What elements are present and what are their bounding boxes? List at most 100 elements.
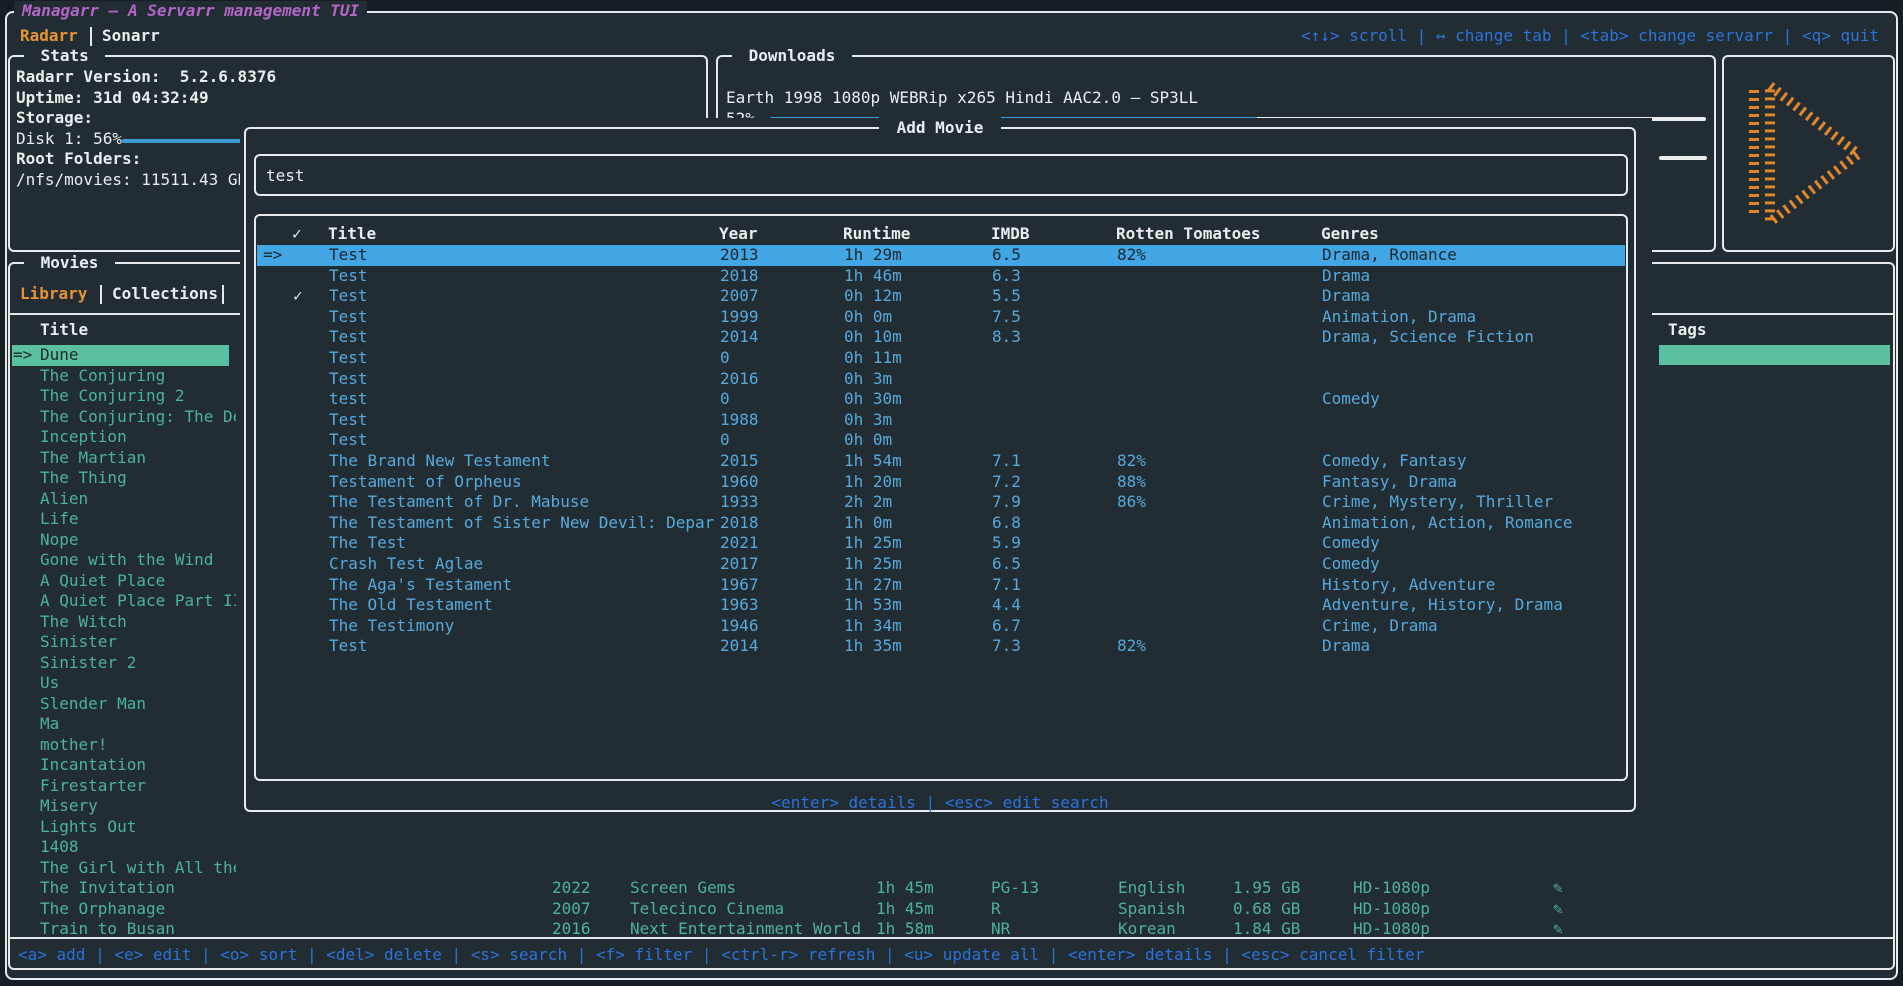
add-movie-result-row[interactable]: The Aga's Testament19671h 27m7.1History,… xyxy=(257,575,1625,596)
library-movie-row[interactable]: Gone with the Wind xyxy=(12,550,236,571)
movie-title-cell: Nope xyxy=(40,530,79,551)
add-movie-result-row[interactable]: Crash Test Aglae20171h 25m6.5Comedy xyxy=(257,554,1625,575)
library-movie-row[interactable]: The Conjuring xyxy=(12,366,236,387)
add-movie-result-row[interactable]: Testament of Orpheus19601h 20m7.288%Fant… xyxy=(257,472,1625,493)
movie-quality-cell: HD-1080p xyxy=(1353,899,1430,920)
movie-title-cell: A Quiet Place xyxy=(40,571,165,592)
library-movie-row[interactable]: Inception xyxy=(12,427,236,448)
add-movie-result-row[interactable]: Test00h 0m xyxy=(257,430,1625,451)
result-title-cell: Test xyxy=(329,410,368,431)
result-year-cell: 1999 xyxy=(720,307,759,328)
add-movie-result-row[interactable]: The Testimony19461h 34m6.7Crime, Drama xyxy=(257,616,1625,637)
add-movie-result-row[interactable]: Test20181h 46m6.3Drama xyxy=(257,266,1625,287)
movie-title-cell: The Girl with All the xyxy=(40,858,236,879)
tab-radarr[interactable]: Radarr xyxy=(20,26,78,45)
movie-certification-cell: PG-13 xyxy=(991,878,1039,899)
results-column-header: Title xyxy=(328,224,376,243)
selected-row-tags-highlight xyxy=(1659,345,1890,365)
result-runtime-cell: 0h 12m xyxy=(844,286,902,307)
result-runtime-cell: 0h 0m xyxy=(844,307,892,328)
add-movie-result-row[interactable]: Test19880h 3m xyxy=(257,410,1625,431)
movie-title-cell: Incantation xyxy=(40,755,146,776)
movie-title-cell: Lights Out xyxy=(40,817,136,838)
tags-column-header: Tags xyxy=(1668,320,1707,339)
library-movie-row[interactable]: Sinister 2 xyxy=(12,653,236,674)
result-imdb-cell: 6.8 xyxy=(992,513,1021,534)
add-movie-result-row[interactable]: Test19990h 0m7.5Animation, Drama xyxy=(257,307,1625,328)
add-movie-result-row[interactable]: test00h 30mComedy xyxy=(257,389,1625,410)
library-movie-row[interactable]: Life xyxy=(12,509,236,530)
result-imdb-cell: 4.4 xyxy=(992,595,1021,616)
movie-title-cell: Us xyxy=(40,673,59,694)
library-table-row[interactable]: 2007Telecinco Cinema1h 45mRSpanish0.68 G… xyxy=(10,899,1893,920)
library-movie-row[interactable]: Lights Out xyxy=(12,817,236,838)
result-year-cell: 2013 xyxy=(720,245,759,266)
movie-title-cell: A Quiet Place Part II xyxy=(40,591,236,612)
add-movie-result-row[interactable]: Test00h 11m xyxy=(257,348,1625,369)
result-imdb-cell: 5.5 xyxy=(992,286,1021,307)
library-movie-row[interactable]: Misery xyxy=(12,796,236,817)
library-movie-row[interactable]: A Quiet Place Part II xyxy=(12,591,236,612)
result-title-cell: Testament of Orpheus xyxy=(329,472,522,493)
library-movie-row[interactable]: The Conjuring 2 xyxy=(12,386,236,407)
result-runtime-cell: 2h 2m xyxy=(844,492,892,513)
add-movie-result-row[interactable]: Test20160h 3m xyxy=(257,369,1625,390)
library-movie-row[interactable]: Nope xyxy=(12,530,236,551)
library-movie-row[interactable]: The Witch xyxy=(12,612,236,633)
managarr-app-window: Managarr – A Servarr management TUI Rada… xyxy=(0,0,1903,986)
library-movie-row[interactable]: Alien xyxy=(12,489,236,510)
result-genres-cell: Comedy xyxy=(1322,533,1380,554)
result-title-cell: The Testament of Dr. Mabuse xyxy=(329,492,589,513)
result-imdb-cell: 6.3 xyxy=(992,266,1021,287)
result-year-cell: 2018 xyxy=(720,513,759,534)
library-tab[interactable]: Library xyxy=(20,284,87,303)
tab-sonarr[interactable]: Sonarr xyxy=(102,26,160,45)
library-movie-row[interactable]: The Martian xyxy=(12,448,236,469)
result-imdb-cell: 7.9 xyxy=(992,492,1021,513)
result-genres-cell: Adventure, History, Drama xyxy=(1322,595,1563,616)
add-movie-result-row[interactable]: =>Test20131h 29m6.582%Drama, Romance xyxy=(257,245,1625,266)
library-movie-row[interactable]: The Thing xyxy=(12,468,236,489)
library-movie-row[interactable]: =>Dune xyxy=(12,345,229,366)
library-movie-row[interactable]: Firestarter xyxy=(12,776,236,797)
collections-tab[interactable]: Collections xyxy=(112,284,218,303)
add-movie-result-row[interactable]: ✓Test20070h 12m5.5Drama xyxy=(257,286,1625,307)
result-title-cell: The Testament of Sister New Devil: Depar xyxy=(329,513,714,534)
library-movie-row[interactable]: mother! xyxy=(12,735,236,756)
result-runtime-cell: 1h 20m xyxy=(844,472,902,493)
movie-size-cell: 1.95 GB xyxy=(1233,878,1300,899)
library-movie-row[interactable]: The Conjuring: The De xyxy=(12,407,236,428)
app-title: Managarr – A Servarr management TUI xyxy=(14,1,367,20)
movie-title-cell: Ma xyxy=(40,714,59,735)
result-rt-cell: 88% xyxy=(1117,472,1146,493)
add-movie-result-row[interactable]: The Brand New Testament20151h 54m7.182%C… xyxy=(257,451,1625,472)
result-imdb-cell: 7.1 xyxy=(992,575,1021,596)
result-genres-cell: History, Adventure xyxy=(1322,575,1495,596)
results-column-header: Runtime xyxy=(843,224,910,243)
add-movie-result-row[interactable]: The Old Testament19631h 53m4.4Adventure,… xyxy=(257,595,1625,616)
results-column-header: Genres xyxy=(1321,224,1379,243)
movie-search-input[interactable] xyxy=(256,156,1626,194)
search-results-table: ✓TitleYearRuntimeIMDBRotten TomatoesGenr… xyxy=(254,214,1628,781)
add-movie-result-row[interactable]: The Test20211h 25m5.9Comedy xyxy=(257,533,1625,554)
library-movie-row[interactable]: 1408 xyxy=(12,837,236,858)
downloads-panel-title: Downloads xyxy=(732,45,852,66)
movie-year-cell: 2022 xyxy=(552,878,591,899)
add-movie-result-row[interactable]: The Testament of Sister New Devil: Depar… xyxy=(257,513,1625,534)
result-year-cell: 1933 xyxy=(720,492,759,513)
add-movie-result-row[interactable]: The Testament of Dr. Mabuse19332h 2m7.98… xyxy=(257,492,1625,513)
library-movie-row[interactable]: Incantation xyxy=(12,755,236,776)
download-progress-gauge-fragment xyxy=(1659,156,1707,160)
add-movie-result-row[interactable]: Test20140h 10m8.3Drama, Science Fiction xyxy=(257,327,1625,348)
library-movie-row[interactable]: Slender Man xyxy=(12,694,236,715)
library-table-row[interactable]: 2022Screen Gems1h 45mPG-13English1.95 GB… xyxy=(10,878,1893,899)
library-movie-row[interactable]: A Quiet Place xyxy=(12,571,236,592)
result-title-cell: Test xyxy=(329,266,368,287)
add-movie-result-row[interactable]: Test20141h 35m7.382%Drama xyxy=(257,636,1625,657)
result-title-cell: Test xyxy=(329,636,368,657)
library-movie-row[interactable]: The Girl with All the xyxy=(12,858,236,879)
library-movie-row[interactable]: Us xyxy=(12,673,236,694)
library-movie-row[interactable]: Ma xyxy=(12,714,236,735)
movie-title-cell: Firestarter xyxy=(40,776,146,797)
library-movie-row[interactable]: Sinister xyxy=(12,632,236,653)
